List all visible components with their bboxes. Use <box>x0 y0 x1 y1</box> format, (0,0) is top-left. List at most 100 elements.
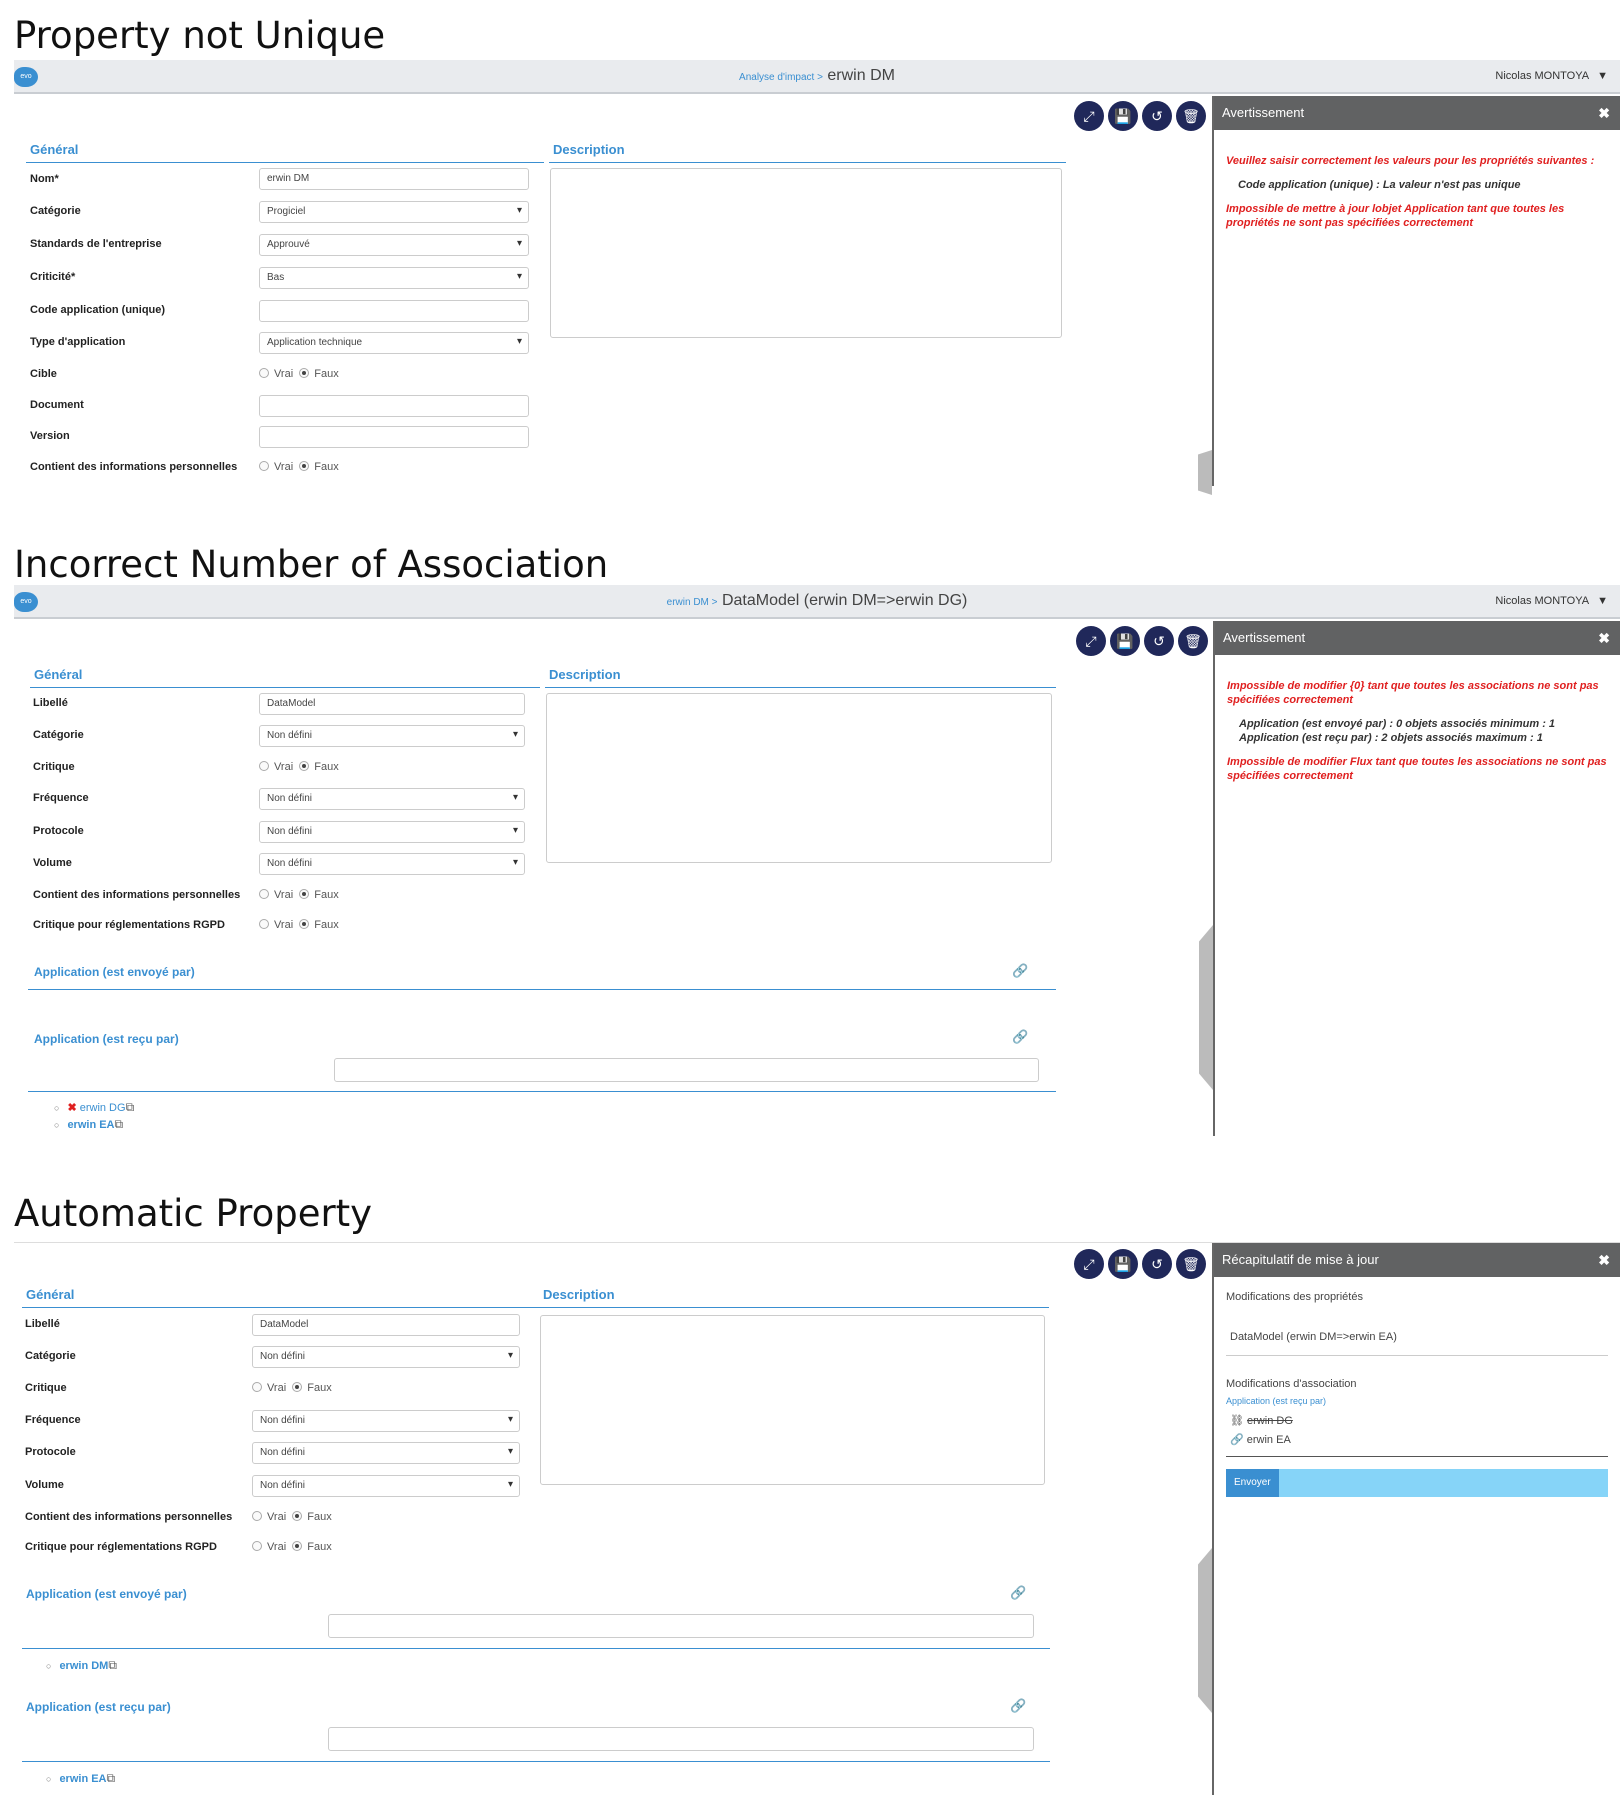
app-type-select[interactable]: Application technique <box>259 332 529 354</box>
rgpd-radio-group[interactable]: Vrai Faux <box>252 1541 332 1553</box>
external-link-icon[interactable]: ⧉ <box>107 1771 116 1785</box>
assoc-search-input[interactable] <box>328 1614 1034 1638</box>
rgpd-radio-group[interactable]: Vrai Faux <box>259 919 339 931</box>
link-icon[interactable]: 🔗 <box>1012 963 1028 979</box>
personal-info-radio-group[interactable]: Vrai Faux <box>252 1511 332 1523</box>
panel-title: Avertissement <box>1223 630 1306 645</box>
assoc-search-input[interactable] <box>328 1727 1034 1751</box>
frequency-select[interactable]: Non défini <box>259 788 525 810</box>
expand-icon[interactable]: ⤢ <box>1074 101 1104 131</box>
field-label: Contient des informations personnelles <box>33 889 241 901</box>
external-link-icon[interactable]: ⧉ <box>126 1100 135 1114</box>
app-code-field[interactable] <box>259 300 529 322</box>
toolbar: ⤢ 💾 ↺ 🗑 <box>1074 101 1206 131</box>
user-menu[interactable]: Nicolas MONTOYA ▼ <box>1495 70 1608 82</box>
description-textarea[interactable] <box>540 1315 1045 1485</box>
radio-vrai[interactable] <box>259 368 269 378</box>
external-link-icon[interactable]: ⧉ <box>108 1658 117 1672</box>
name-field[interactable]: erwin DM <box>259 168 529 190</box>
description-textarea[interactable] <box>546 693 1052 863</box>
radio-faux[interactable] <box>299 368 310 378</box>
radio-faux[interactable] <box>299 461 310 471</box>
critical-radio-group[interactable]: Vrai Faux <box>252 1382 332 1394</box>
category-select[interactable]: Non défini <box>259 725 525 747</box>
description-section-title: Description <box>539 1287 1049 1308</box>
radio-faux[interactable] <box>299 919 310 929</box>
volume-select[interactable]: Non défini <box>252 1475 520 1497</box>
category-select[interactable]: Non défini <box>252 1346 520 1368</box>
toolbar: ⤢ 💾 ↺ 🗑 <box>1076 626 1208 656</box>
trash-icon[interactable]: 🗑 <box>1176 101 1206 131</box>
frequency-select[interactable]: Non défini <box>252 1410 520 1432</box>
field-label: Critique <box>25 1382 67 1394</box>
trash-icon[interactable]: 🗑 <box>1178 626 1208 656</box>
panel-handle[interactable] <box>1198 1548 1212 1713</box>
item-link[interactable]: erwin DM <box>59 1660 108 1672</box>
radio-faux[interactable] <box>299 761 310 771</box>
category-select[interactable]: Progiciel <box>259 201 529 223</box>
criticality-select[interactable]: Bas <box>259 267 529 289</box>
undo-icon[interactable]: ↺ <box>1142 101 1172 131</box>
general-section-title: Général <box>30 667 540 688</box>
send-button[interactable]: Envoyer <box>1226 1469 1279 1497</box>
breadcrumb-parent[interactable]: Analyse d'impact > <box>739 72 823 83</box>
item-link[interactable]: erwin DG <box>80 1102 126 1114</box>
close-icon[interactable]: ✖ <box>1598 621 1610 655</box>
undo-icon[interactable]: ↺ <box>1142 1249 1172 1279</box>
user-menu[interactable]: Nicolas MONTOYA ▼ <box>1495 595 1608 607</box>
warning-detail: Code application (unique) : La valeur n'… <box>1238 179 1521 191</box>
field-label: Catégorie <box>25 1350 76 1362</box>
standards-select[interactable]: Approuvé <box>259 234 529 256</box>
personal-info-radio-group[interactable]: Vrai Faux <box>259 889 339 901</box>
item-link[interactable]: erwin EA <box>67 1119 114 1131</box>
undo-icon[interactable]: ↺ <box>1144 626 1174 656</box>
document-field[interactable] <box>259 395 529 417</box>
radio-vrai[interactable] <box>252 1511 262 1521</box>
section-title: Property not Unique <box>14 14 386 57</box>
close-icon[interactable]: ✖ <box>1598 96 1610 130</box>
target-radio-group[interactable]: Vrai Faux <box>259 368 339 380</box>
save-icon[interactable]: 💾 <box>1110 626 1140 656</box>
description-textarea[interactable] <box>550 168 1062 338</box>
expand-icon[interactable]: ⤢ <box>1076 626 1106 656</box>
link-icon[interactable]: 🔗 <box>1010 1585 1026 1601</box>
assoc-search-input[interactable] <box>334 1058 1039 1082</box>
save-icon[interactable]: 💾 <box>1108 101 1138 131</box>
radio-vrai[interactable] <box>259 889 269 899</box>
radio-vrai[interactable] <box>259 919 269 929</box>
radio-faux[interactable] <box>292 1541 303 1551</box>
protocol-select[interactable]: Non défini <box>252 1442 520 1464</box>
expand-icon[interactable]: ⤢ <box>1074 1249 1104 1279</box>
personal-info-radio-group[interactable]: Vrai Faux <box>259 461 339 473</box>
item-link[interactable]: erwin EA <box>59 1773 106 1785</box>
section-incorrect-association: Incorrect Number of Association evo erwi… <box>0 525 1620 1145</box>
breadcrumb-parent[interactable]: erwin DM > <box>667 597 718 608</box>
link-icon[interactable]: 🔗 <box>1010 1698 1026 1714</box>
panel-handle[interactable] <box>1199 925 1213 1090</box>
field-label: Code application (unique) <box>30 304 166 316</box>
link-icon[interactable]: 🔗 <box>1012 1029 1028 1045</box>
list-item: ○ erwin EA⧉ <box>46 1771 116 1785</box>
remove-icon[interactable]: ✖ <box>67 1102 76 1114</box>
close-icon[interactable]: ✖ <box>1598 1243 1610 1277</box>
radio-vrai[interactable] <box>252 1541 262 1551</box>
save-icon[interactable]: 💾 <box>1108 1249 1138 1279</box>
radio-faux[interactable] <box>292 1511 303 1521</box>
radio-vrai[interactable] <box>252 1382 262 1392</box>
label-field[interactable]: DataModel <box>259 693 525 715</box>
version-field[interactable] <box>259 426 529 448</box>
critical-radio-group[interactable]: Vrai Faux <box>259 761 339 773</box>
external-link-icon[interactable]: ⧉ <box>115 1117 124 1131</box>
radio-faux[interactable] <box>299 889 310 899</box>
label-field[interactable]: DataModel <box>252 1314 520 1336</box>
field-label: Version <box>30 430 70 442</box>
radio-vrai[interactable] <box>259 461 269 471</box>
panel-handle[interactable] <box>1198 450 1212 495</box>
trash-icon[interactable]: 🗑 <box>1176 1249 1206 1279</box>
radio-vrai[interactable] <box>259 761 269 771</box>
panel-title: Avertissement <box>1222 105 1305 120</box>
radio-faux[interactable] <box>292 1382 303 1392</box>
protocol-select[interactable]: Non défini <box>259 821 525 843</box>
volume-select[interactable]: Non défini <box>259 853 525 875</box>
property-change-value: DataModel (erwin DM=>erwin EA) <box>1226 1303 1608 1356</box>
